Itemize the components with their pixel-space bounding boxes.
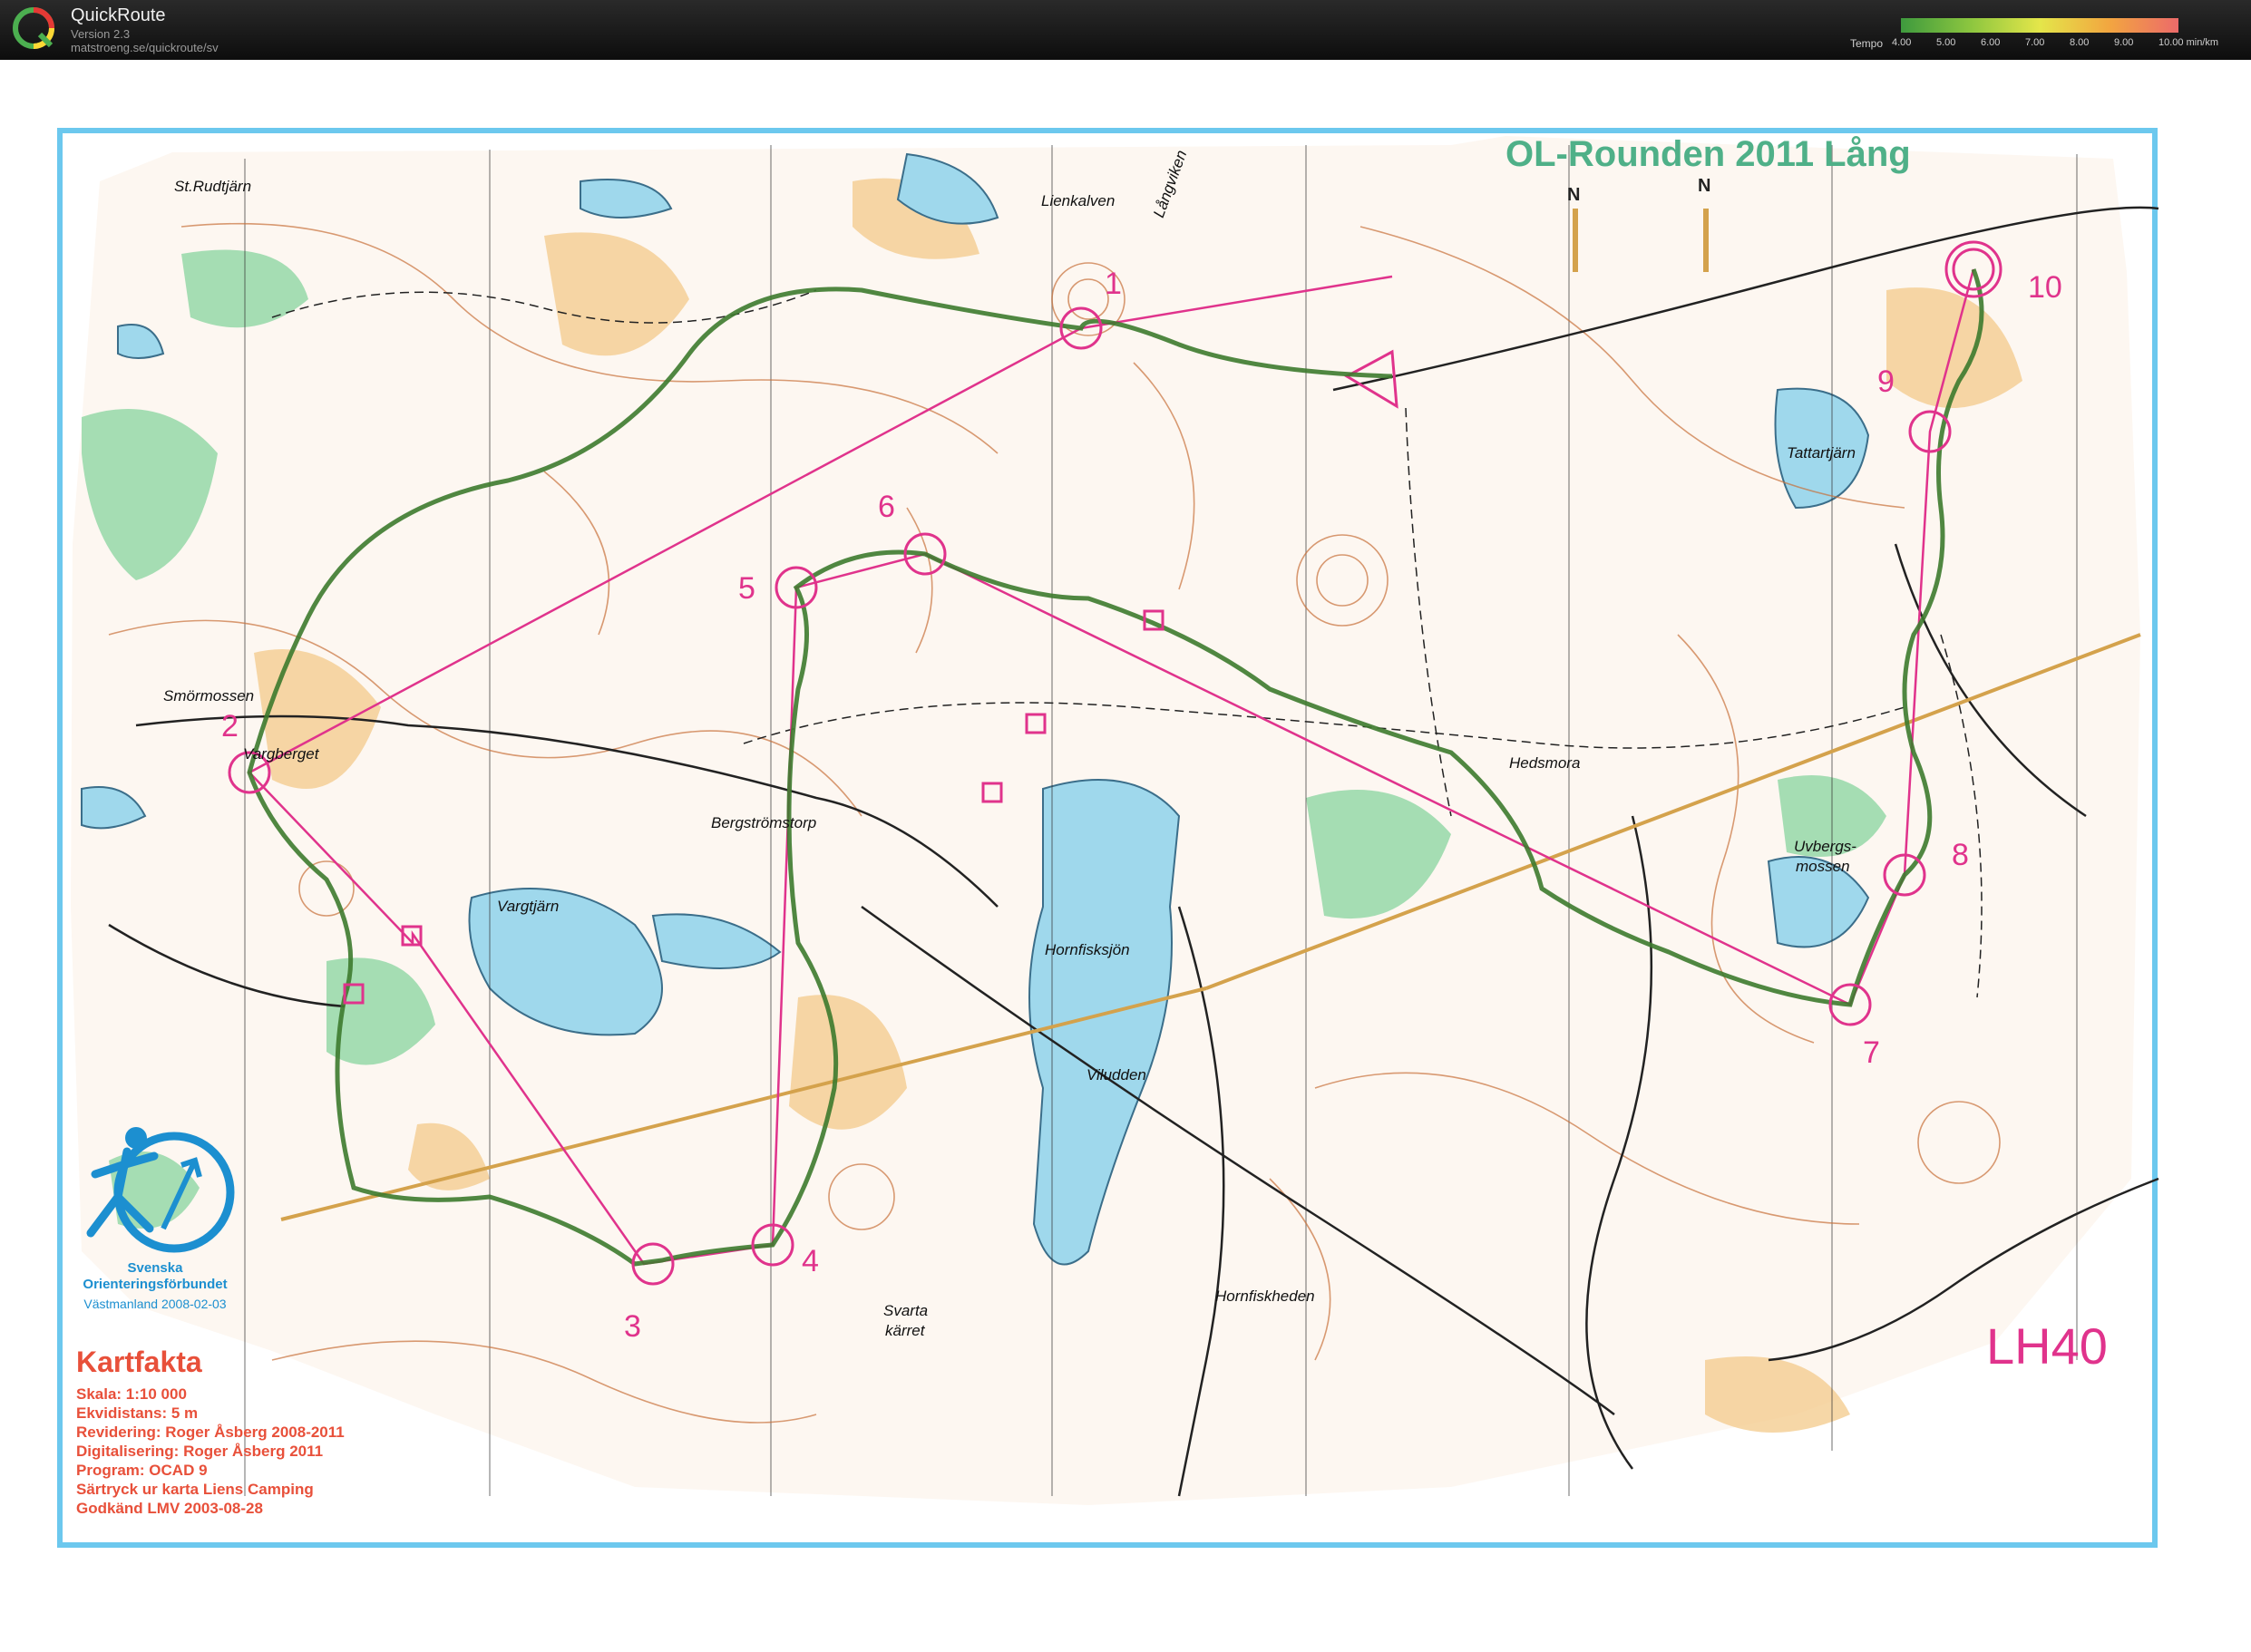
kartfakta-line: Godkänd LMV 2003-08-28 (76, 1500, 263, 1517)
kartfakta-line: Särtryck ur karta Liens Camping (76, 1481, 314, 1498)
place-mossen: mossen (1796, 858, 1850, 875)
map-canvas[interactable]: OL-Rounden 2011 Lång LH40 N N St.Rudtjär… (0, 60, 2251, 1652)
control-9-number: 9 (1877, 364, 1895, 399)
place-vargtjarn: Vargtjärn (497, 898, 560, 915)
kartfakta-line: Program: OCAD 9 (76, 1462, 208, 1479)
north-label: N (1567, 185, 1581, 205)
orienteering-map[interactable] (0, 60, 2251, 1652)
place-bergstromstorp: Bergströmstorp (711, 814, 817, 831)
control-8-number: 8 (1952, 838, 1969, 872)
tempo-tick: 8.00 (2070, 37, 2090, 48)
control-4-number: 4 (802, 1244, 819, 1278)
club-name-line1: Svenska (127, 1260, 183, 1276)
place-smormossen: Smörmossen (163, 687, 255, 705)
kartfakta-line: Digitalisering: Roger Åsberg 2011 (76, 1443, 324, 1460)
place-viludden: Viludden (1087, 1066, 1146, 1084)
tempo-tick: 6.00 (1981, 37, 2001, 48)
tempo-label: Tempo (1850, 37, 1884, 50)
place-tattartjarn: Tattartjärn (1787, 444, 1856, 462)
place-svarta: Svarta (883, 1302, 929, 1319)
place-hornfiskheden: Hornfiskheden (1215, 1288, 1315, 1305)
app-version: Version 2.3 (71, 27, 131, 41)
place-lienkalven: Lienkalven (1041, 192, 1116, 209)
control-2-number: 2 (221, 709, 239, 743)
control-1-number: 1 (1105, 267, 1122, 301)
control-3-number: 3 (624, 1309, 641, 1344)
tempo-tick: 7.00 (2025, 37, 2045, 48)
kartfakta-line: Skala: 1:10 000 (76, 1385, 187, 1403)
tempo-legend: Tempo 4.00 5.00 6.00 7.00 8.00 9.00 10.0… (1841, 16, 2240, 53)
tempo-tick: 10.00 min/km (2158, 37, 2219, 48)
tempo-tick: 5.00 (1936, 37, 1956, 48)
place-vargberget: Vargberget (243, 745, 319, 763)
place-st-rudtjarn: St.Rudtjärn (174, 178, 252, 195)
kartfakta-title: Kartfakta (76, 1346, 202, 1378)
place-uvbergs: Uvbergs- (1794, 838, 1856, 855)
tempo-tick: 9.00 (2114, 37, 2134, 48)
kartfakta-line: Revidering: Roger Åsberg 2008-2011 (76, 1424, 345, 1441)
tempo-gradient (1901, 18, 2178, 33)
control-10-number: 10 (2028, 270, 2062, 305)
map-title: OL-Rounden 2011 Lång (1506, 134, 1911, 174)
kartfakta-line: Ekvidistans: 5 m (76, 1404, 199, 1422)
app-url[interactable]: matstroeng.se/quickroute/sv (71, 41, 219, 54)
tempo-tick: 4.00 (1892, 37, 1912, 48)
tempo-color-bar (1901, 18, 2178, 33)
quickroute-logo-icon (13, 7, 54, 49)
app-titlebar: QuickRoute Version 2.3 matstroeng.se/qui… (0, 0, 2251, 60)
north-label: N (1698, 176, 1711, 196)
place-karret: kärret (885, 1322, 925, 1339)
control-6-number: 6 (878, 490, 895, 524)
club-name: Svenska Orienteringsförbundet (69, 1260, 241, 1293)
place-hornfisksjon: Hornfisksjön (1045, 941, 1130, 958)
club-name-line2: Orienteringsförbundet (83, 1277, 228, 1292)
control-7-number: 7 (1863, 1035, 1880, 1070)
class-label: LH40 (1986, 1317, 2108, 1375)
app-title: QuickRoute (71, 5, 166, 25)
place-hedsmora: Hedsmora (1509, 754, 1581, 772)
control-5-number: 5 (738, 571, 755, 606)
club-date: Västmanland 2008-02-03 (83, 1297, 227, 1311)
